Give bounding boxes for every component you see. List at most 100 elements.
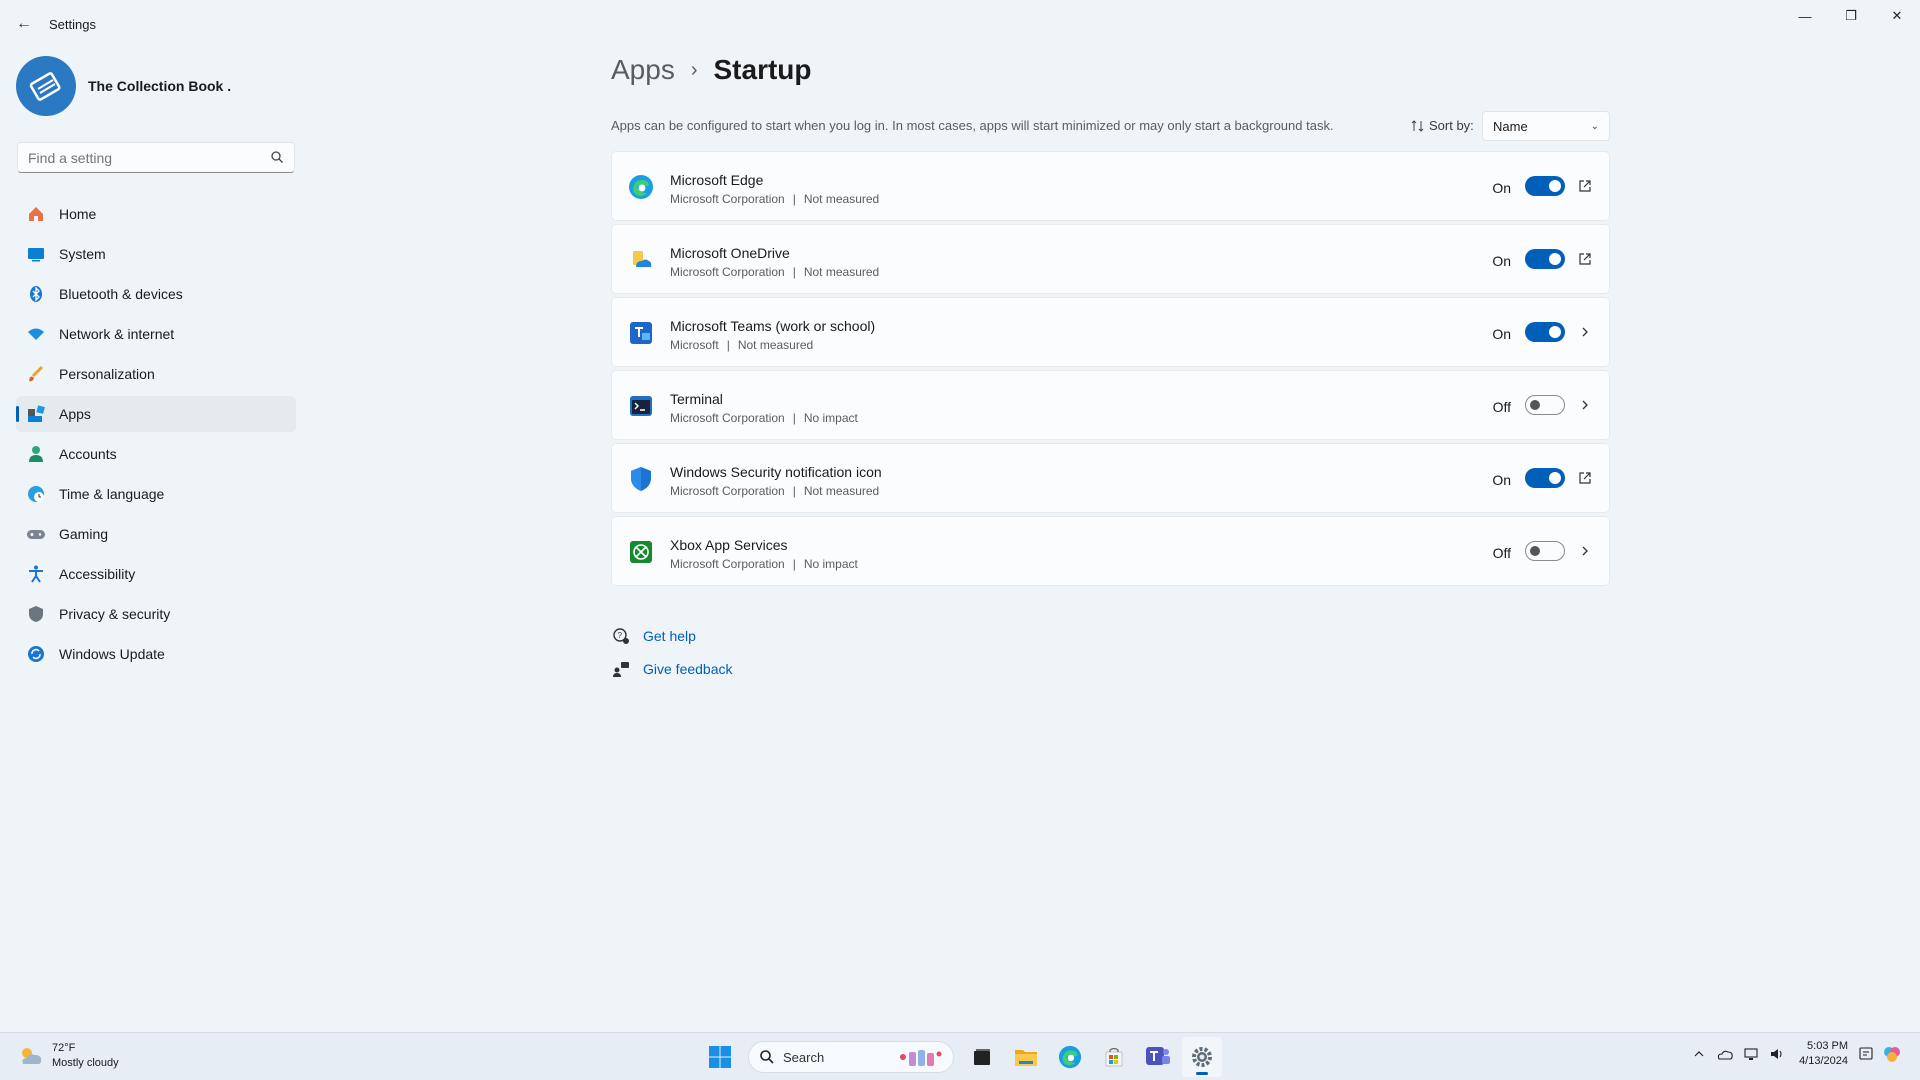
sidebar-item-accessibility[interactable]: Accessibility xyxy=(16,556,296,592)
startup-toggle[interactable] xyxy=(1525,249,1565,269)
sidebar-item-label: Time & language xyxy=(59,486,165,502)
system-tray: 5:03 PM 4/13/2024 xyxy=(1689,1039,1908,1069)
page-title: Startup xyxy=(713,54,812,85)
sidebar-item-network[interactable]: Network & internet xyxy=(16,316,296,352)
sidebar-item-label: Apps xyxy=(59,406,91,422)
startup-toggle[interactable] xyxy=(1525,468,1565,488)
cloudy-weather-icon xyxy=(22,1048,42,1064)
app-meta: Microsoft Corporation | Not measured xyxy=(670,265,879,279)
notifications-icon[interactable] xyxy=(1856,1044,1876,1064)
store-button[interactable] xyxy=(1094,1037,1134,1077)
sidebar-item-system[interactable]: System xyxy=(16,236,296,272)
edge-icon xyxy=(1058,1045,1082,1069)
taskbar-search[interactable]: Search xyxy=(748,1041,954,1073)
windows-security-icon xyxy=(628,466,654,492)
meta-separator: | xyxy=(792,411,796,425)
network-icon[interactable] xyxy=(1741,1044,1761,1064)
give-feedback-label: Give feedback xyxy=(643,660,733,677)
clock-time: 5:03 PM xyxy=(1807,1040,1848,1052)
startup-app-row[interactable]: Windows Security notification icon Micro… xyxy=(611,443,1610,513)
app-publisher: Microsoft Corporation xyxy=(670,192,785,206)
app-publisher: Microsoft Corporation xyxy=(670,484,785,498)
startup-app-row[interactable]: Xbox App Services Microsoft Corporation |… xyxy=(611,516,1610,586)
sidebar-item-accounts[interactable]: Accounts xyxy=(16,436,296,472)
sidebar-item-privacy[interactable]: Privacy & security xyxy=(16,596,296,632)
apps-icon xyxy=(26,404,46,424)
taskbar-search-label: Search xyxy=(783,1049,825,1065)
edge-icon xyxy=(628,174,654,200)
startup-app-list: Microsoft Edge Microsoft Corporation | Not… xyxy=(611,151,1610,589)
bluetooth-icon xyxy=(26,284,46,304)
startup-app-row[interactable]: Microsoft Edge Microsoft Corporation | Not… xyxy=(611,151,1610,221)
windows-start-icon xyxy=(709,1046,731,1068)
app-meta: Microsoft Corporation | No impact xyxy=(670,411,858,425)
copilot-icon[interactable] xyxy=(1882,1044,1902,1064)
sort-dropdown[interactable]: Name ⌄ xyxy=(1482,111,1610,141)
profile-card[interactable]: The Collection Book . xyxy=(16,56,231,116)
task-view-button[interactable] xyxy=(962,1037,1002,1077)
sort-label-text: Sort by: xyxy=(1429,118,1474,133)
sidebar-item-apps[interactable]: Apps xyxy=(16,396,296,432)
open-external-icon[interactable] xyxy=(1575,468,1595,488)
startup-app-row[interactable]: Microsoft Teams (work or school) Microso… xyxy=(611,297,1610,367)
sidebar-item-personalization[interactable]: Personalization xyxy=(16,356,296,392)
app-name: Terminal xyxy=(670,391,723,407)
minimize-button[interactable]: — xyxy=(1782,0,1828,32)
back-button[interactable]: ← xyxy=(12,12,36,36)
settings-taskbar-button[interactable] xyxy=(1182,1037,1222,1077)
app-impact: Not measured xyxy=(803,265,880,279)
breadcrumb-parent[interactable]: Apps xyxy=(611,54,675,86)
show-hidden-icons-icon[interactable] xyxy=(1689,1044,1709,1064)
startup-toggle[interactable] xyxy=(1525,322,1565,342)
app-publisher: Microsoft Corporation xyxy=(670,557,785,571)
home-icon xyxy=(26,204,46,224)
chevron-right-icon[interactable] xyxy=(1575,322,1595,342)
settings-search[interactable] xyxy=(17,142,295,173)
sidebar-item-windows-update[interactable]: Windows Update xyxy=(16,636,296,672)
gamepad-icon xyxy=(26,524,46,544)
meta-separator: | xyxy=(726,338,730,352)
breadcrumb: Apps › Startup xyxy=(611,54,812,86)
chevron-right-icon[interactable] xyxy=(1575,541,1595,561)
meta-separator: | xyxy=(792,557,796,571)
update-icon xyxy=(26,644,46,664)
onedrive-tray-icon[interactable] xyxy=(1715,1044,1735,1064)
startup-toggle[interactable] xyxy=(1525,541,1565,561)
startup-app-row[interactable]: Terminal Microsoft Corporation | No impact… xyxy=(611,370,1610,440)
sort-label: Sort by: xyxy=(1411,118,1474,133)
app-title: Settings xyxy=(49,17,96,32)
help-chat-icon: ? xyxy=(611,626,631,646)
startup-toggle[interactable] xyxy=(1525,395,1565,415)
startup-app-row[interactable]: Microsoft OneDrive Microsoft Corporation… xyxy=(611,224,1610,294)
onedrive-icon xyxy=(628,247,654,273)
weather-widget[interactable]: 72°F Mostly cloudy xyxy=(18,1041,119,1071)
give-feedback-link[interactable]: Give feedback xyxy=(611,652,733,685)
close-button[interactable]: ✕ xyxy=(1874,0,1920,32)
app-name: Microsoft Teams (work or school) xyxy=(670,318,876,334)
maximize-button[interactable]: ❐ xyxy=(1828,0,1874,32)
startup-toggle[interactable] xyxy=(1525,176,1565,196)
sidebar-item-home[interactable]: Home xyxy=(16,196,296,232)
get-help-link[interactable]: ? Get help xyxy=(611,619,733,652)
app-impact: No impact xyxy=(803,557,858,571)
start-button[interactable] xyxy=(700,1037,740,1077)
clock[interactable]: 5:03 PM 4/13/2024 xyxy=(1799,1039,1848,1069)
sidebar-item-label: Accessibility xyxy=(59,566,136,582)
chevron-right-icon[interactable] xyxy=(1575,395,1595,415)
sidebar-item-time-language[interactable]: Time & language xyxy=(16,476,296,512)
volume-icon[interactable] xyxy=(1767,1044,1787,1064)
file-explorer-button[interactable] xyxy=(1006,1037,1046,1077)
teams-taskbar-button[interactable] xyxy=(1138,1037,1178,1077)
sidebar-item-gaming[interactable]: Gaming xyxy=(16,516,296,552)
open-external-icon[interactable] xyxy=(1575,176,1595,196)
open-external-icon[interactable] xyxy=(1575,249,1595,269)
search-input[interactable] xyxy=(18,143,258,172)
weather-condition: Mostly cloudy xyxy=(52,1057,119,1069)
sidebar-item-label: Network & internet xyxy=(59,326,175,342)
sidebar-item-bluetooth[interactable]: Bluetooth & devices xyxy=(16,276,296,312)
sidebar-item-label: Bluetooth & devices xyxy=(59,286,183,302)
toggle-state-label: Off xyxy=(1492,545,1511,561)
toggle-state-label: On xyxy=(1492,253,1511,269)
app-meta: Microsoft Corporation | Not measured xyxy=(670,192,879,206)
edge-taskbar-button[interactable] xyxy=(1050,1037,1090,1077)
